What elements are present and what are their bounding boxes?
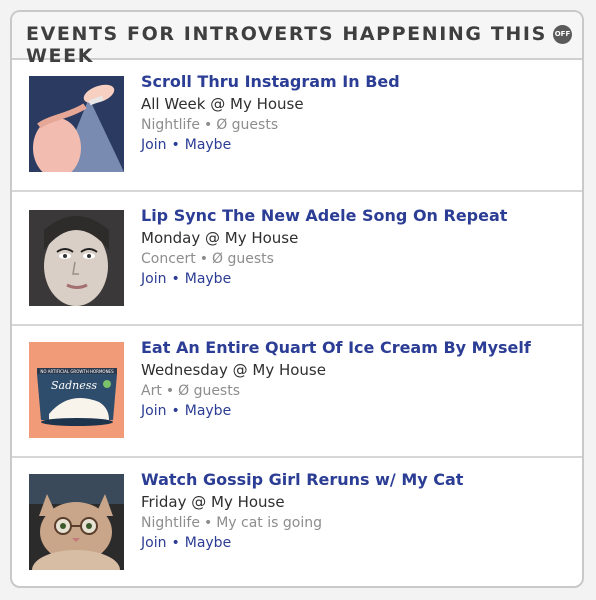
- action-separator: •: [171, 535, 180, 551]
- event-title[interactable]: Watch Gossip Girl Reruns w/ My Cat: [141, 470, 463, 489]
- event-when: Friday @ My House: [141, 493, 285, 511]
- event-row: Watch Gossip Girl Reruns w/ My Cat Frida…: [12, 456, 582, 586]
- event-info: Watch Gossip Girl Reruns w/ My Cat Frida…: [141, 470, 463, 551]
- event-guests: Ø guests: [216, 117, 279, 133]
- event-category: Nightlife: [141, 515, 200, 531]
- join-link[interactable]: Join: [141, 271, 166, 287]
- event-row: Scroll Thru Instagram In Bed All Week @ …: [12, 58, 582, 192]
- event-meta: Nightlife • Ø guests: [141, 117, 400, 133]
- event-meta: Concert • Ø guests: [141, 251, 507, 267]
- maybe-link[interactable]: Maybe: [185, 403, 231, 419]
- events-card: EVENTS FOR INTROVERTS HAPPENING THIS WEE…: [10, 10, 584, 588]
- event-meta: Nightlife • My cat is going: [141, 515, 463, 531]
- event-guests: My cat is going: [216, 515, 322, 531]
- action-separator: •: [171, 271, 180, 287]
- maybe-link[interactable]: Maybe: [185, 535, 231, 551]
- events-header: EVENTS FOR INTROVERTS HAPPENING THIS WEE…: [12, 12, 582, 67]
- maybe-link[interactable]: Maybe: [185, 271, 231, 287]
- event-info: Lip Sync The New Adele Song On Repeat Mo…: [141, 206, 507, 287]
- event-when: Wednesday @ My House: [141, 361, 326, 379]
- event-when: All Week @ My House: [141, 95, 304, 113]
- event-info: Eat An Entire Quart Of Ice Cream By Myse…: [141, 338, 531, 419]
- action-separator: •: [171, 137, 180, 153]
- action-separator: •: [171, 403, 180, 419]
- meta-separator: •: [165, 383, 175, 399]
- event-actions: Join • Maybe: [141, 271, 507, 287]
- event-guests: Ø guests: [178, 383, 241, 399]
- event-actions: Join • Maybe: [141, 535, 463, 551]
- event-title[interactable]: Eat An Entire Quart Of Ice Cream By Myse…: [141, 338, 531, 357]
- event-meta: Art • Ø guests: [141, 383, 531, 399]
- event-actions: Join • Maybe: [141, 137, 400, 153]
- join-link[interactable]: Join: [141, 137, 166, 153]
- event-category: Art: [141, 383, 162, 399]
- event-title[interactable]: Lip Sync The New Adele Song On Repeat: [141, 206, 507, 225]
- maybe-link[interactable]: Maybe: [185, 137, 231, 153]
- event-title[interactable]: Scroll Thru Instagram In Bed: [141, 72, 400, 91]
- ice-cream-carton-image[interactable]: NO ARTIFICIAL GROWTH HORMONES Sadness: [29, 342, 124, 438]
- event-actions: Join • Maybe: [141, 403, 531, 419]
- event-row: NO ARTIFICIAL GROWTH HORMONES Sadness Ea…: [12, 324, 582, 458]
- phone-in-bed-image[interactable]: [29, 76, 124, 172]
- off-badge-icon[interactable]: OFF: [553, 25, 572, 44]
- event-when: Monday @ My House: [141, 229, 299, 247]
- event-guests: Ø guests: [212, 251, 274, 267]
- meta-separator: •: [199, 251, 209, 267]
- join-link[interactable]: Join: [141, 535, 166, 551]
- event-category: Concert: [141, 251, 196, 267]
- join-link[interactable]: Join: [141, 403, 166, 419]
- event-category: Nightlife: [141, 117, 200, 133]
- adele-face-image[interactable]: [29, 210, 124, 306]
- event-info: Scroll Thru Instagram In Bed All Week @ …: [141, 72, 400, 153]
- carton-brand-text: Sadness: [51, 379, 97, 392]
- meta-separator: •: [203, 515, 213, 531]
- carton-band-text: NO ARTIFICIAL GROWTH HORMONES: [40, 369, 114, 374]
- event-row: Lip Sync The New Adele Song On Repeat Mo…: [12, 192, 582, 326]
- cat-with-glasses-image[interactable]: [29, 474, 124, 570]
- meta-separator: •: [203, 117, 213, 133]
